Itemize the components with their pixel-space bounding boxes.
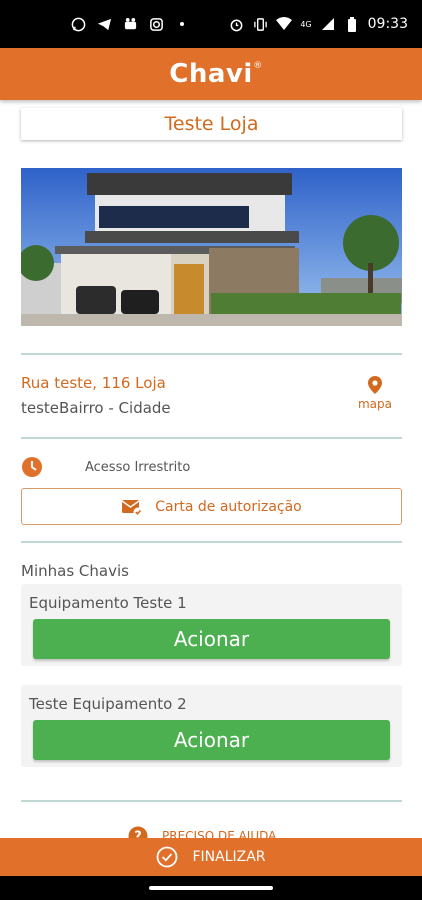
divider xyxy=(21,800,402,802)
main-content[interactable]: Teste Loja Rua teste, 116 Loja testeBair… xyxy=(0,100,422,838)
my-keys-title: Minhas Chavis xyxy=(21,562,129,580)
app-notification-icon xyxy=(122,16,138,32)
equipment-name: Teste Equipamento 2 xyxy=(29,695,187,713)
clock-icon xyxy=(22,457,42,477)
authorization-letter-label: Carta de autorização xyxy=(155,498,302,515)
home-gesture-handle[interactable] xyxy=(149,886,273,890)
battery-icon xyxy=(344,16,360,32)
chavi-logo: Chavi ® xyxy=(169,59,262,89)
store-name-card: Teste Loja xyxy=(21,108,402,140)
equipment-card: Teste Equipamento 2 Acionar xyxy=(21,685,402,767)
map-button[interactable]: mapa xyxy=(352,376,398,411)
address-city: testeBairro - Cidade xyxy=(21,399,171,417)
status-time: 09:33 xyxy=(367,16,408,32)
svg-text:?: ? xyxy=(134,830,142,839)
wifi-icon xyxy=(276,16,293,32)
vibrate-icon xyxy=(252,16,268,32)
registered-mark: ® xyxy=(253,61,263,71)
divider xyxy=(21,541,402,543)
address-street: Rua teste, 116 Loja xyxy=(21,374,166,392)
store-photo xyxy=(21,168,402,326)
more-notifications-dot-icon xyxy=(174,16,190,32)
logo-text: Chavi xyxy=(169,59,253,89)
system-navigation-bar xyxy=(0,876,422,900)
access-row: Acesso Irrestrito xyxy=(21,456,190,478)
access-status: Acesso Irrestrito xyxy=(85,459,191,475)
envelope-check-icon xyxy=(121,499,143,516)
map-pin-icon xyxy=(368,376,382,394)
notification-icons xyxy=(70,16,190,32)
alarm-icon xyxy=(228,16,244,32)
cell-signal-icon xyxy=(320,16,336,32)
telegram-icon xyxy=(96,16,112,32)
finish-label: FINALIZAR xyxy=(192,849,266,865)
finish-button[interactable]: FINALIZAR xyxy=(0,838,422,876)
trigger-button[interactable]: Acionar xyxy=(33,619,390,659)
help-icon: ? xyxy=(128,826,148,838)
map-label: mapa xyxy=(357,397,392,411)
app-header: Chavi ® xyxy=(0,48,422,100)
divider xyxy=(21,437,402,439)
equipment-name: Equipamento Teste 1 xyxy=(29,594,187,612)
help-label: PRECISO DE AJUDA xyxy=(162,829,277,838)
check-circle-icon xyxy=(157,846,178,868)
system-status: 4G 09:33 xyxy=(228,16,408,32)
authorization-letter-button[interactable]: Carta de autorização xyxy=(21,488,402,525)
store-name: Teste Loja xyxy=(164,113,259,135)
equipment-card: Equipamento Teste 1 Acionar xyxy=(21,584,402,666)
trigger-button[interactable]: Acionar xyxy=(33,720,390,760)
divider xyxy=(21,353,402,355)
instagram-icon xyxy=(148,16,164,32)
network-type-label: 4G xyxy=(300,19,312,29)
help-button[interactable]: ? PRECISO DE AJUDA xyxy=(128,826,276,838)
whatsapp-icon xyxy=(70,16,86,32)
status-bar: 4G 09:33 xyxy=(0,0,422,48)
